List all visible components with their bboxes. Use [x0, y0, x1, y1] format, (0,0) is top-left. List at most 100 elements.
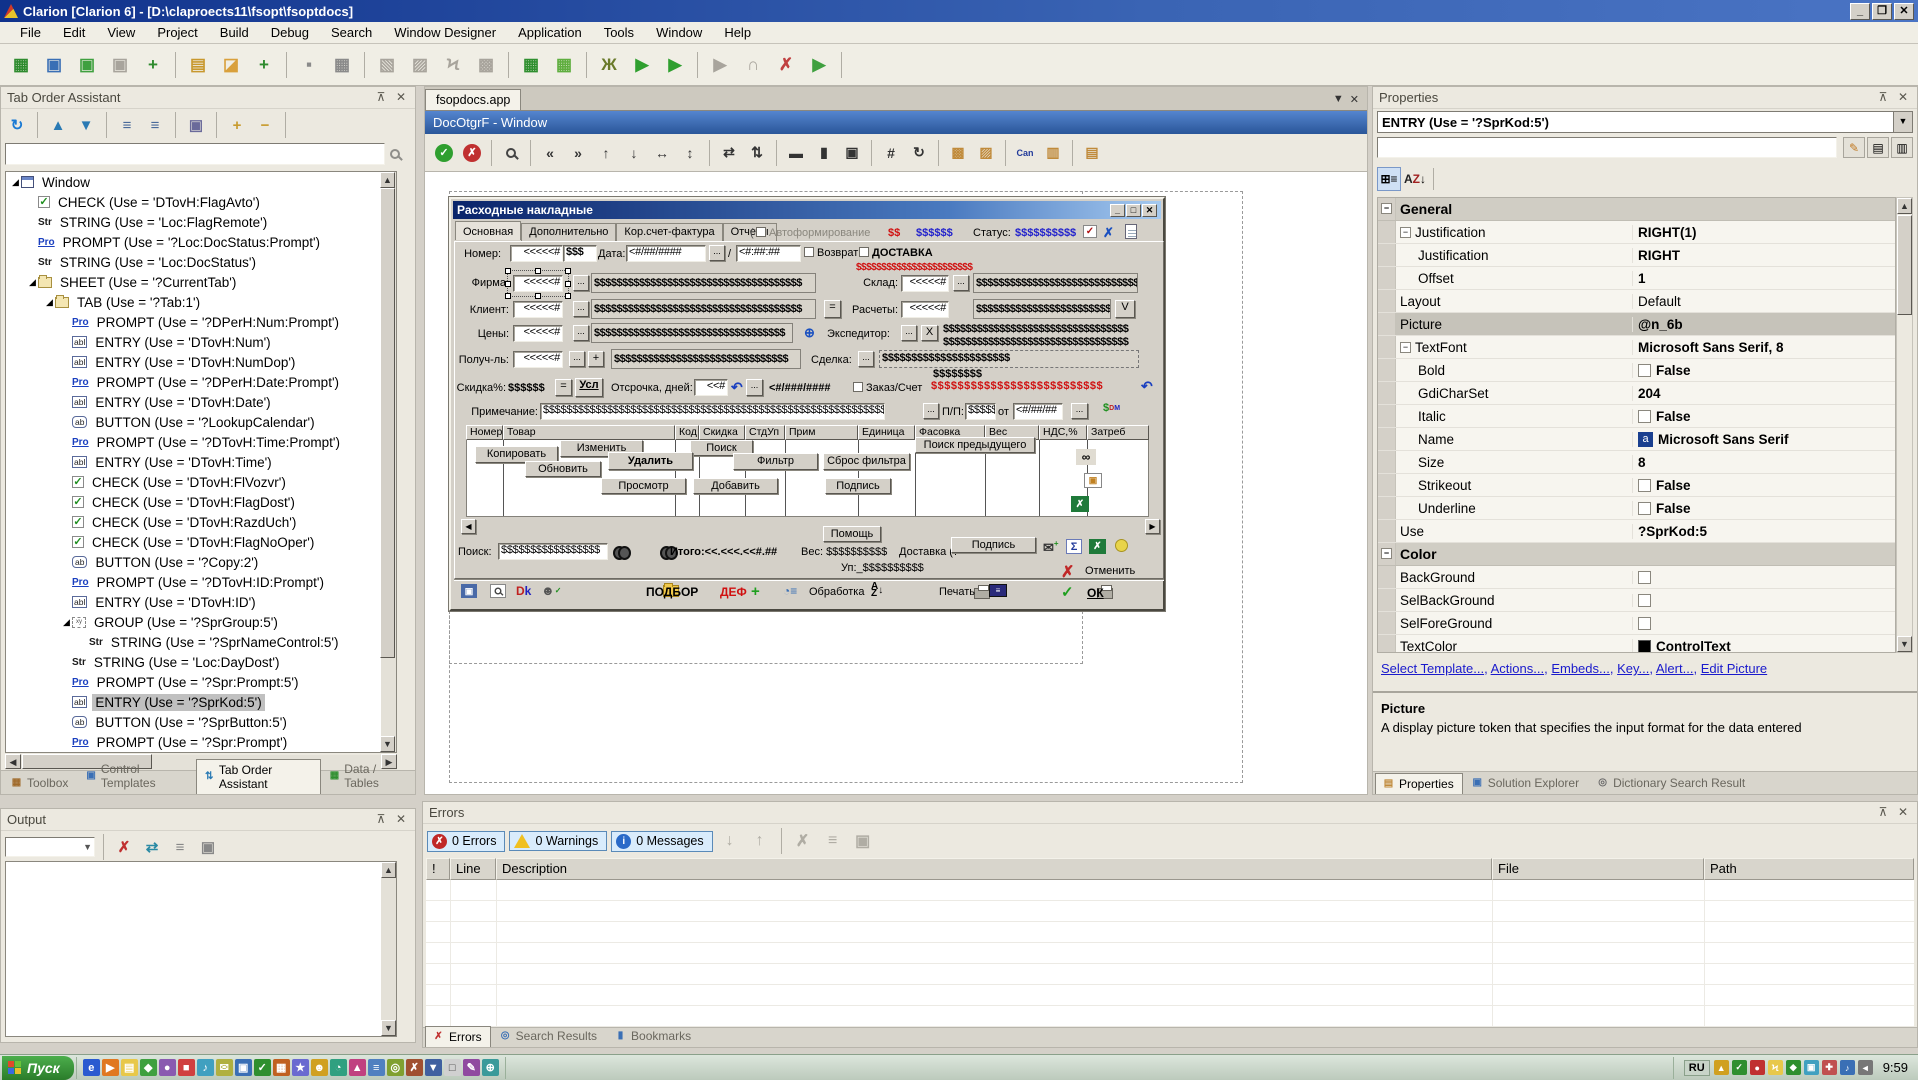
quick-launch-icon-13[interactable]: ☻	[311, 1059, 328, 1076]
move-down-icon[interactable]: ▼	[74, 114, 98, 136]
otsrochka-lookup-button[interactable]: ...	[746, 379, 763, 396]
left-tab-control-templates[interactable]: ▣Control Templates	[78, 758, 195, 794]
rebuild-icon[interactable]: ▩	[471, 50, 501, 80]
property-value[interactable]	[1632, 617, 1895, 630]
tree-item[interactable]: StrSTRING (Use = '?SprNameControl:5')	[6, 632, 396, 652]
tray-icon-3[interactable]: ●	[1750, 1060, 1765, 1075]
sort-az-icon[interactable]: AZ↓	[871, 583, 883, 597]
collapse-icon[interactable]: −	[1400, 342, 1411, 353]
new-application-icon[interactable]: ▣	[39, 50, 69, 80]
tree-item[interactable]: ✓CHECK (Use = 'DTovH:FlagAvto')	[6, 192, 396, 212]
doc-search-icon[interactable]	[490, 584, 506, 598]
property-value[interactable]	[1632, 571, 1895, 584]
primechanie-entry[interactable]: $$$$$$$$$$$$$$$$$$$$$$$$$$$$$$$$$$$$$$$$…	[540, 403, 885, 420]
tree-item[interactable]: ProPROMPT (Use = '?Spr:Prompt')	[6, 732, 396, 752]
populate-field-icon[interactable]: ▥	[1040, 140, 1066, 166]
pin-icon[interactable]: ⊼	[373, 90, 389, 105]
view-button[interactable]: Просмотр	[601, 478, 686, 494]
tree-item[interactable]: ◢xyGROUP (Use = '?SprGroup:5')	[6, 612, 396, 632]
globe-icon[interactable]: ⊕	[804, 325, 815, 341]
scroll-up-icon[interactable]: ▲	[381, 862, 396, 878]
quick-launch-icon-18[interactable]: ✗	[406, 1059, 423, 1076]
menu-edit[interactable]: Edit	[53, 23, 95, 42]
tree-item[interactable]: StrSTRING (Use = 'Loc:FlagRemote')	[6, 212, 396, 232]
same-width-icon[interactable]: ▬	[783, 140, 809, 166]
deploy-icon[interactable]: ▶	[804, 50, 834, 80]
link-embeds-[interactable]: Embeds...	[1551, 661, 1610, 676]
tree-item[interactable]: ✓CHECK (Use = 'DTovH:RazdUch')	[6, 512, 396, 532]
expand-list-icon[interactable]: ≡	[115, 114, 139, 136]
scroll-down-icon[interactable]: ▼	[380, 736, 395, 752]
collapse-all-icon[interactable]: −	[253, 114, 277, 136]
scrollbar-thumb[interactable]	[380, 188, 395, 658]
quick-launch-icon-7[interactable]: ♪	[197, 1059, 214, 1076]
tree-item[interactable]: ◢TAB (Use = '?Tab:1')	[6, 292, 396, 312]
checkbox-unchecked-icon[interactable]	[1638, 479, 1651, 492]
pin-icon[interactable]: ⊼	[1875, 90, 1891, 105]
errors-column-line[interactable]: Line	[450, 858, 496, 880]
tree-expanded-icon[interactable]: ◢	[44, 297, 55, 308]
sigma-icon[interactable]: Σ	[1066, 539, 1082, 554]
menu-help[interactable]: Help	[714, 23, 761, 42]
checkbox-unchecked-icon[interactable]	[1638, 571, 1651, 584]
scroll-up-icon[interactable]: ▲	[380, 172, 395, 188]
property-row-justification[interactable]: JustificationRIGHT	[1378, 244, 1895, 267]
errors-table-body[interactable]	[426, 880, 1914, 1027]
nomer-suffix-entry[interactable]: $$$	[563, 245, 597, 262]
tree-item[interactable]: ◢Window	[6, 172, 396, 192]
tray-icon-6[interactable]: ▣	[1804, 1060, 1819, 1075]
close-icon[interactable]: ✕	[393, 812, 409, 827]
checkbox-unchecked-icon[interactable]	[1638, 502, 1651, 515]
errors-tab-errors[interactable]: ✗Errors	[425, 1026, 491, 1047]
debug-icon[interactable]: Ж	[594, 50, 624, 80]
excel-icon[interactable]: ✗	[1071, 496, 1089, 512]
new-source-icon[interactable]: ▤	[183, 50, 213, 80]
form-tab[interactable]: Дополнительно	[521, 223, 616, 242]
sign-button[interactable]: Подпись	[825, 478, 891, 494]
tree-item[interactable]: ProPROMPT (Use = '?Spr:Prompt:5')	[6, 672, 396, 692]
property-row-underline[interactable]: UnderlineFalse	[1378, 497, 1895, 520]
dostavka-checkbox[interactable]: ДОСТАВКА	[859, 247, 933, 259]
binoculars-plus-icon[interactable]	[613, 546, 631, 557]
collapse-icon[interactable]: −	[1381, 548, 1392, 559]
tray-icon-8[interactable]: ♪	[1840, 1060, 1855, 1075]
skidka-equals-button[interactable]: =	[555, 379, 572, 396]
podbor-label[interactable]: ПОДБОР	[646, 585, 698, 599]
process-icon[interactable]: ◔≡	[783, 584, 797, 598]
property-row-selbackground[interactable]: SelBackGround	[1378, 589, 1895, 612]
step-over-icon[interactable]: ∩	[738, 50, 768, 80]
property-value[interactable]: False	[1632, 478, 1895, 493]
firma-lookup-button[interactable]: ...	[573, 275, 589, 291]
tree-item[interactable]: ProPROMPT (Use = '?DTovH:ID:Prompt')	[6, 572, 396, 592]
toggle-wrap-icon[interactable]: ⇄	[140, 836, 164, 858]
designer-canvas[interactable]: 640x480 800x600 Расходные накладные _ □ …	[425, 172, 1367, 794]
pp-lookup-button[interactable]: ...	[923, 403, 939, 419]
save-all-icon[interactable]: ▦	[327, 50, 357, 80]
categorized-view-button[interactable]: ⊞≡	[1377, 167, 1401, 191]
ok-check-icon[interactable]: ✓	[1061, 583, 1074, 601]
property-row-use[interactable]: Use?SprKod:5	[1378, 520, 1895, 543]
status-check-icon[interactable]: ✓	[1083, 225, 1097, 238]
window-new-icon[interactable]: ▣	[461, 584, 477, 598]
scroll-left-icon[interactable]: ◀	[5, 754, 21, 769]
def-label[interactable]: ДЕФ	[720, 585, 747, 599]
checkbox-unchecked-icon[interactable]	[1638, 364, 1651, 377]
errors-column-description[interactable]: Description	[496, 858, 1492, 880]
stop-build-icon[interactable]: ✗	[771, 50, 801, 80]
search-prev-button[interactable]: Поиск предыдущего	[915, 437, 1035, 453]
dk-icon[interactable]: Dk	[516, 584, 531, 598]
errors-tab-bookmarks[interactable]: ▮Bookmarks	[607, 1025, 700, 1047]
tray-icon-9[interactable]: ◄	[1858, 1060, 1873, 1075]
errors-tab-search-results[interactable]: ◎Search Results	[492, 1025, 606, 1047]
calendar-lookup-button[interactable]: ...	[709, 245, 725, 261]
left-tab-toolbox[interactable]: ▦Toolbox	[3, 772, 77, 794]
collapse-icon[interactable]: −	[1381, 203, 1392, 214]
tree-item[interactable]: ProPROMPT (Use = '?DTovH:Time:Prompt')	[6, 432, 396, 452]
clear-output-icon[interactable]: ✗	[112, 836, 136, 858]
language-indicator[interactable]: RU	[1684, 1060, 1710, 1076]
scrollbar-thumb[interactable]	[1897, 215, 1912, 315]
send-to-back-icon[interactable]: ▨	[973, 140, 999, 166]
status-clear-icon[interactable]: ✗	[1103, 225, 1114, 241]
property-row-layout[interactable]: LayoutDefault	[1378, 290, 1895, 313]
copy-output-icon[interactable]: ▣	[196, 836, 220, 858]
